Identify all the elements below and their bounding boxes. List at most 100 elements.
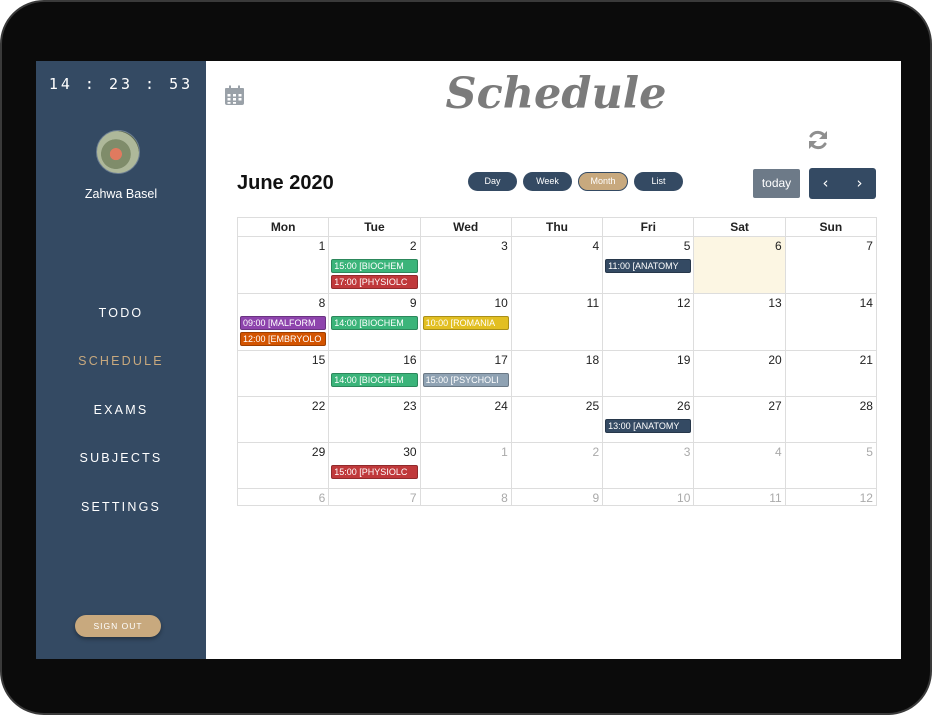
day-events: 14:00 [BIOCHEM [331, 316, 418, 332]
day-cell[interactable]: 9 [511, 489, 604, 506]
day-cell[interactable]: 1 [238, 237, 330, 294]
day-number: 3 [683, 445, 691, 459]
day-events: 11:00 [ANATOMY [605, 259, 692, 275]
view-month-button[interactable]: Month [578, 172, 628, 191]
weekday-header: Thu [511, 218, 604, 237]
day-cell[interactable]: 4 [694, 443, 786, 489]
sidebar-item-schedule[interactable]: SCHEDULE [36, 349, 206, 397]
view-week-button[interactable]: Week [523, 172, 572, 191]
day-cell[interactable]: 2 [511, 443, 604, 489]
day-number: 27 [768, 399, 782, 413]
refresh-icon[interactable] [806, 128, 830, 152]
day-number: 12 [677, 296, 691, 310]
prev-month-button[interactable]: ‹ [809, 168, 842, 199]
calendar-event[interactable]: 12:00 [EMBRYOLO [240, 332, 327, 346]
date-nav-group: ‹ › [809, 168, 876, 199]
day-number: 5 [866, 445, 873, 459]
day-cell[interactable]: 20 [694, 351, 786, 397]
day-events: 15:00 [BIOCHEM 17:00 [PHYSIOLC [331, 259, 418, 291]
calendar-icon[interactable] [224, 85, 245, 106]
day-cell[interactable]: 27 [694, 397, 786, 443]
calendar-event[interactable]: 15:00 [PSYCHOLI [422, 373, 509, 387]
calendar-event[interactable]: 15:00 [PHYSIOLC [331, 465, 418, 479]
calendar-event[interactable]: 13:00 [ANATOMY [605, 419, 692, 433]
day-cell[interactable]: 25 [511, 397, 604, 443]
weekday-header: Mon [238, 218, 330, 237]
calendar-event[interactable]: 14:00 [BIOCHEM [331, 373, 418, 387]
day-number: 7 [866, 239, 873, 253]
calendar-event[interactable]: 10:00 [ROMANIA [422, 316, 509, 330]
day-cell[interactable]: 4 [511, 237, 604, 294]
day-cell[interactable]: 12 [603, 294, 695, 351]
today-button[interactable]: today [753, 169, 800, 198]
day-cell[interactable]: 10 10:00 [ROMANIA [420, 294, 512, 351]
day-number: 17 [494, 353, 508, 367]
day-cell[interactable]: 11 [511, 294, 604, 351]
day-cell[interactable]: 21 [785, 351, 877, 397]
day-cell[interactable]: 13 [694, 294, 786, 351]
day-cell-today[interactable]: 6 [694, 237, 786, 294]
day-number: 2 [592, 445, 600, 459]
day-cell[interactable]: 7 [329, 489, 421, 506]
day-cell[interactable]: 17 15:00 [PSYCHOLI [420, 351, 512, 397]
day-cell[interactable]: 18 [511, 351, 604, 397]
avatar[interactable] [96, 130, 140, 174]
day-cell[interactable]: 26 13:00 [ANATOMY [603, 397, 695, 443]
day-cell[interactable]: 9 14:00 [BIOCHEM [329, 294, 421, 351]
day-cell[interactable]: 14 [785, 294, 877, 351]
day-cell[interactable]: 8 09:00 [MALFORM 12:00 [EMBRYOLO [238, 294, 330, 351]
day-number: 6 [318, 491, 326, 505]
day-cell[interactable]: 30 15:00 [PHYSIOLC [329, 443, 421, 489]
calendar-event[interactable]: 11:00 [ANATOMY [605, 259, 692, 273]
weekday-header: Fri [603, 218, 695, 237]
day-number: 24 [494, 399, 508, 413]
day-cell[interactable]: 11 [694, 489, 786, 506]
day-number: 10 [677, 491, 691, 505]
sidebar-item-exams[interactable]: EXAMS [36, 398, 206, 446]
day-cell[interactable]: 19 [603, 351, 695, 397]
day-number: 13 [768, 296, 782, 310]
day-cell[interactable]: 3 [420, 237, 512, 294]
weekday-header-row: Mon Tue Wed Thu Fri Sat Sun [238, 218, 877, 237]
day-cell[interactable]: 12 [785, 489, 877, 506]
day-cell[interactable]: 5 [785, 443, 877, 489]
day-cell[interactable]: 8 [420, 489, 512, 506]
day-cell[interactable]: 3 [603, 443, 695, 489]
sign-out-button[interactable]: SIGN OUT [75, 615, 161, 637]
day-cell[interactable]: 24 [420, 397, 512, 443]
calendar-event[interactable]: 17:00 [PHYSIOLC [331, 275, 418, 289]
day-number: 8 [501, 491, 508, 505]
tablet-frame: 14 : 23 : 53 Zahwa Basel TODO SCHEDULE E… [0, 0, 932, 715]
day-cell[interactable]: 7 [785, 237, 877, 294]
day-cell[interactable]: 23 [329, 397, 421, 443]
day-cell[interactable]: 2 15:00 [BIOCHEM 17:00 [PHYSIOLC [329, 237, 421, 294]
sidebar-item-todo[interactable]: TODO [36, 301, 206, 349]
day-events: 13:00 [ANATOMY [605, 419, 692, 435]
sidebar-item-subjects[interactable]: SUBJECTS [36, 446, 206, 494]
day-number: 22 [311, 399, 326, 413]
day-number: 5 [683, 239, 691, 253]
clock: 14 : 23 : 53 [48, 75, 194, 93]
day-number: 20 [768, 353, 782, 367]
next-month-button[interactable]: › [843, 168, 876, 199]
day-number: 19 [677, 353, 691, 367]
week-row: 15 16 14:00 [BIOCHEM 17 15:00 [PSYCHOLI 18 19 2… [238, 351, 877, 397]
view-day-button[interactable]: Day [468, 172, 517, 191]
day-cell[interactable]: 6 [238, 489, 330, 506]
sidebar-item-settings[interactable]: SETTINGS [36, 495, 206, 543]
user-name: Zahwa Basel [84, 187, 158, 201]
day-events: 09:00 [MALFORM 12:00 [EMBRYOLO [240, 316, 327, 348]
day-cell[interactable]: 1 [420, 443, 512, 489]
day-cell[interactable]: 15 [238, 351, 330, 397]
calendar-event[interactable]: 15:00 [BIOCHEM [331, 259, 418, 273]
calendar-event[interactable]: 09:00 [MALFORM [240, 316, 327, 330]
day-cell[interactable]: 22 [238, 397, 330, 443]
calendar-event[interactable]: 14:00 [BIOCHEM [331, 316, 418, 330]
day-cell[interactable]: 29 [238, 443, 330, 489]
day-cell[interactable]: 28 [785, 397, 877, 443]
view-list-button[interactable]: List [634, 172, 683, 191]
day-cell[interactable]: 16 14:00 [BIOCHEM [329, 351, 421, 397]
day-cell[interactable]: 5 11:00 [ANATOMY [603, 237, 695, 294]
day-number: 4 [592, 239, 600, 253]
day-cell[interactable]: 10 [603, 489, 695, 506]
